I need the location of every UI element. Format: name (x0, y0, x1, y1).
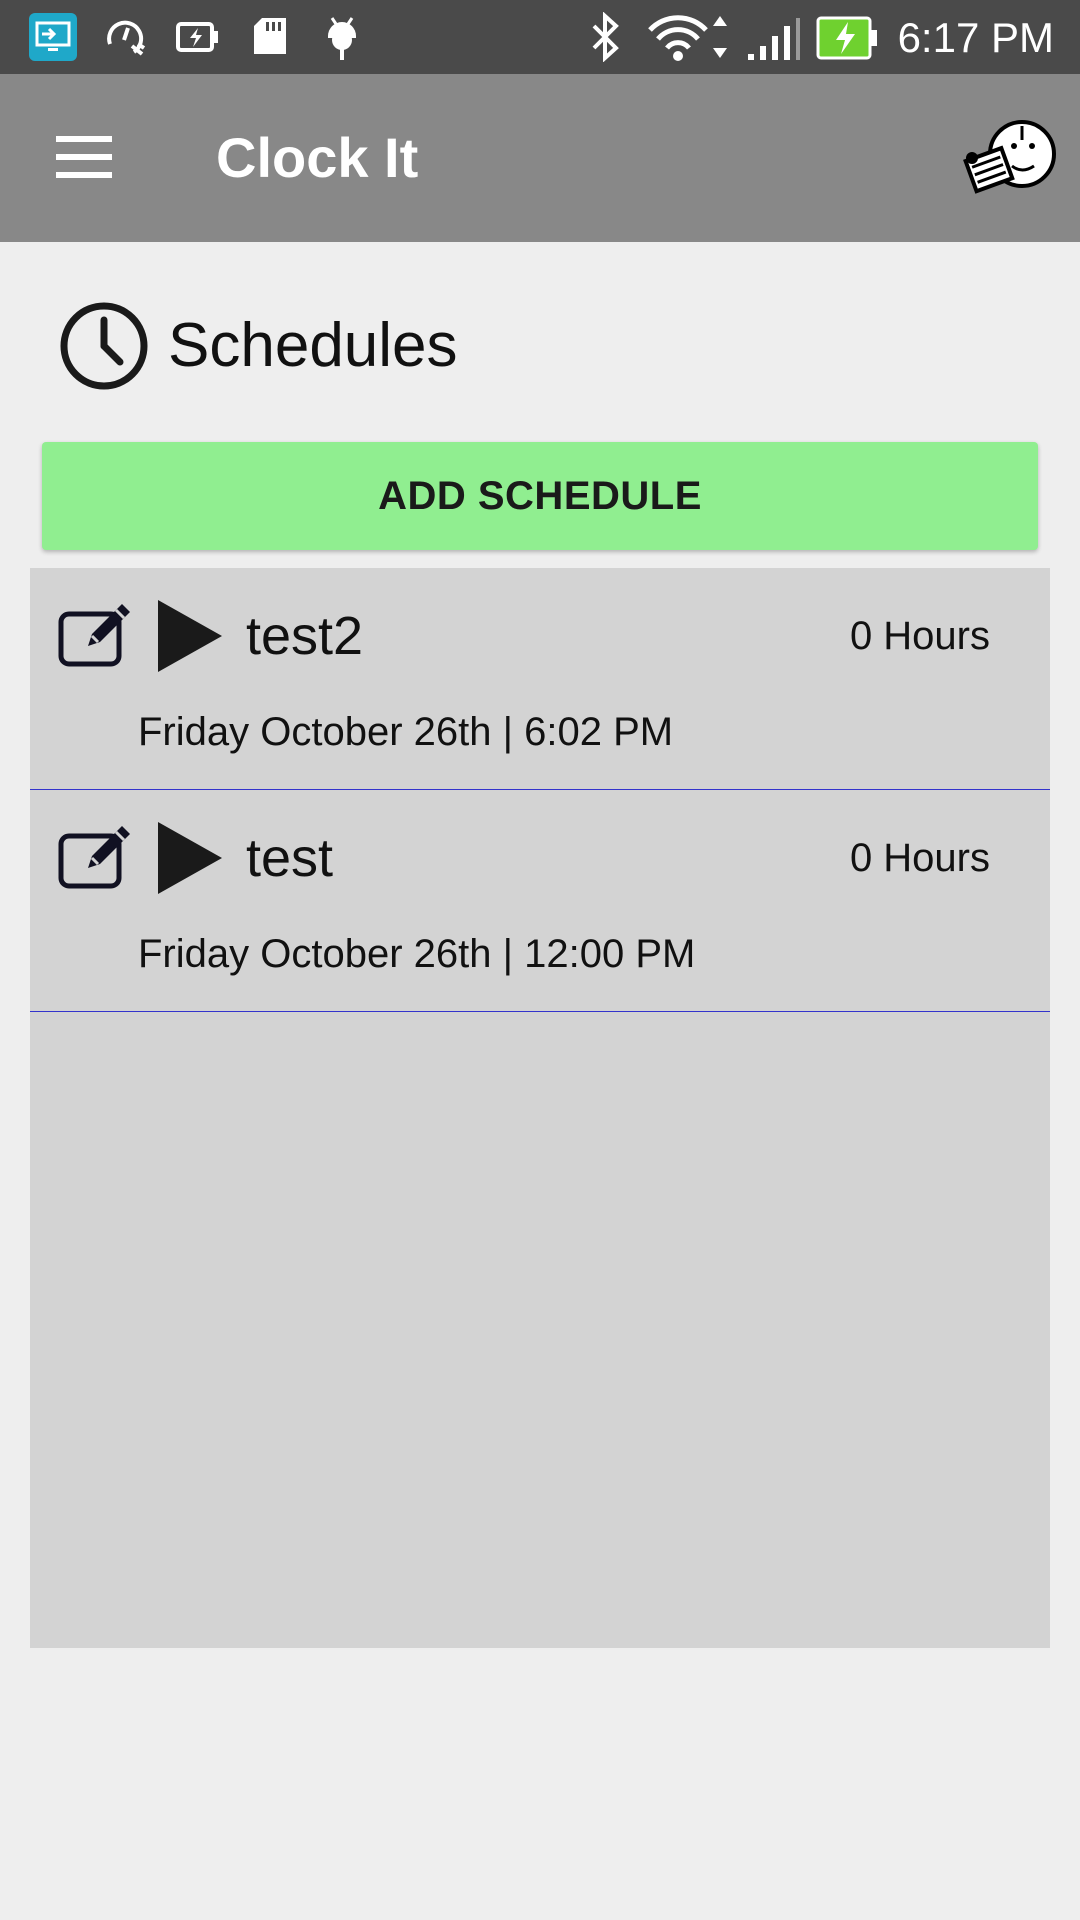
status-time: 6:17 PM (897, 14, 1054, 61)
clock-mascot-logo-icon (962, 118, 1058, 198)
schedule-hours: 0 Hours (849, 836, 990, 880)
screen-share-icon (28, 12, 78, 61)
hamburger-menu-icon (56, 136, 112, 178)
list-item[interactable]: test2 0 Hours Friday October 26th | 6:02… (30, 568, 1050, 790)
wifi-icon (646, 12, 730, 61)
play-icon[interactable] (154, 820, 226, 896)
signal-icon (746, 16, 802, 62)
edit-icon[interactable] (58, 826, 136, 890)
app-title: Clock It (216, 126, 419, 189)
android-debug-icon (324, 14, 360, 60)
play-icon[interactable] (154, 598, 226, 674)
sd-card-icon (252, 16, 288, 62)
schedule-datetime: Friday October 26th | 12:00 PM (138, 932, 696, 976)
status-bar: 6:17 PM (0, 0, 1080, 74)
schedule-name: test (246, 828, 334, 888)
schedule-name: test2 (246, 606, 364, 666)
edit-icon[interactable] (58, 604, 136, 668)
menu-button[interactable] (44, 126, 124, 190)
clock-icon (60, 302, 148, 390)
speedometer-icon (104, 14, 148, 60)
battery-icon (816, 16, 878, 62)
add-schedule-button[interactable]: ADD SCHEDULE (42, 442, 1038, 550)
page-title: Schedules (168, 311, 458, 380)
battery-charging-icon (176, 20, 220, 66)
schedule-hours: 0 Hours (849, 614, 990, 658)
list-item[interactable]: test 0 Hours Friday October 26th | 12:00… (30, 790, 1050, 1012)
bluetooth-icon (588, 12, 622, 62)
schedule-datetime: Friday October 26th | 6:02 PM (138, 710, 674, 754)
schedule-list: test2 0 Hours Friday October 26th | 6:02… (30, 568, 1050, 1648)
app-bar: Clock It (0, 74, 1080, 242)
section-heading: Schedules (58, 298, 458, 394)
